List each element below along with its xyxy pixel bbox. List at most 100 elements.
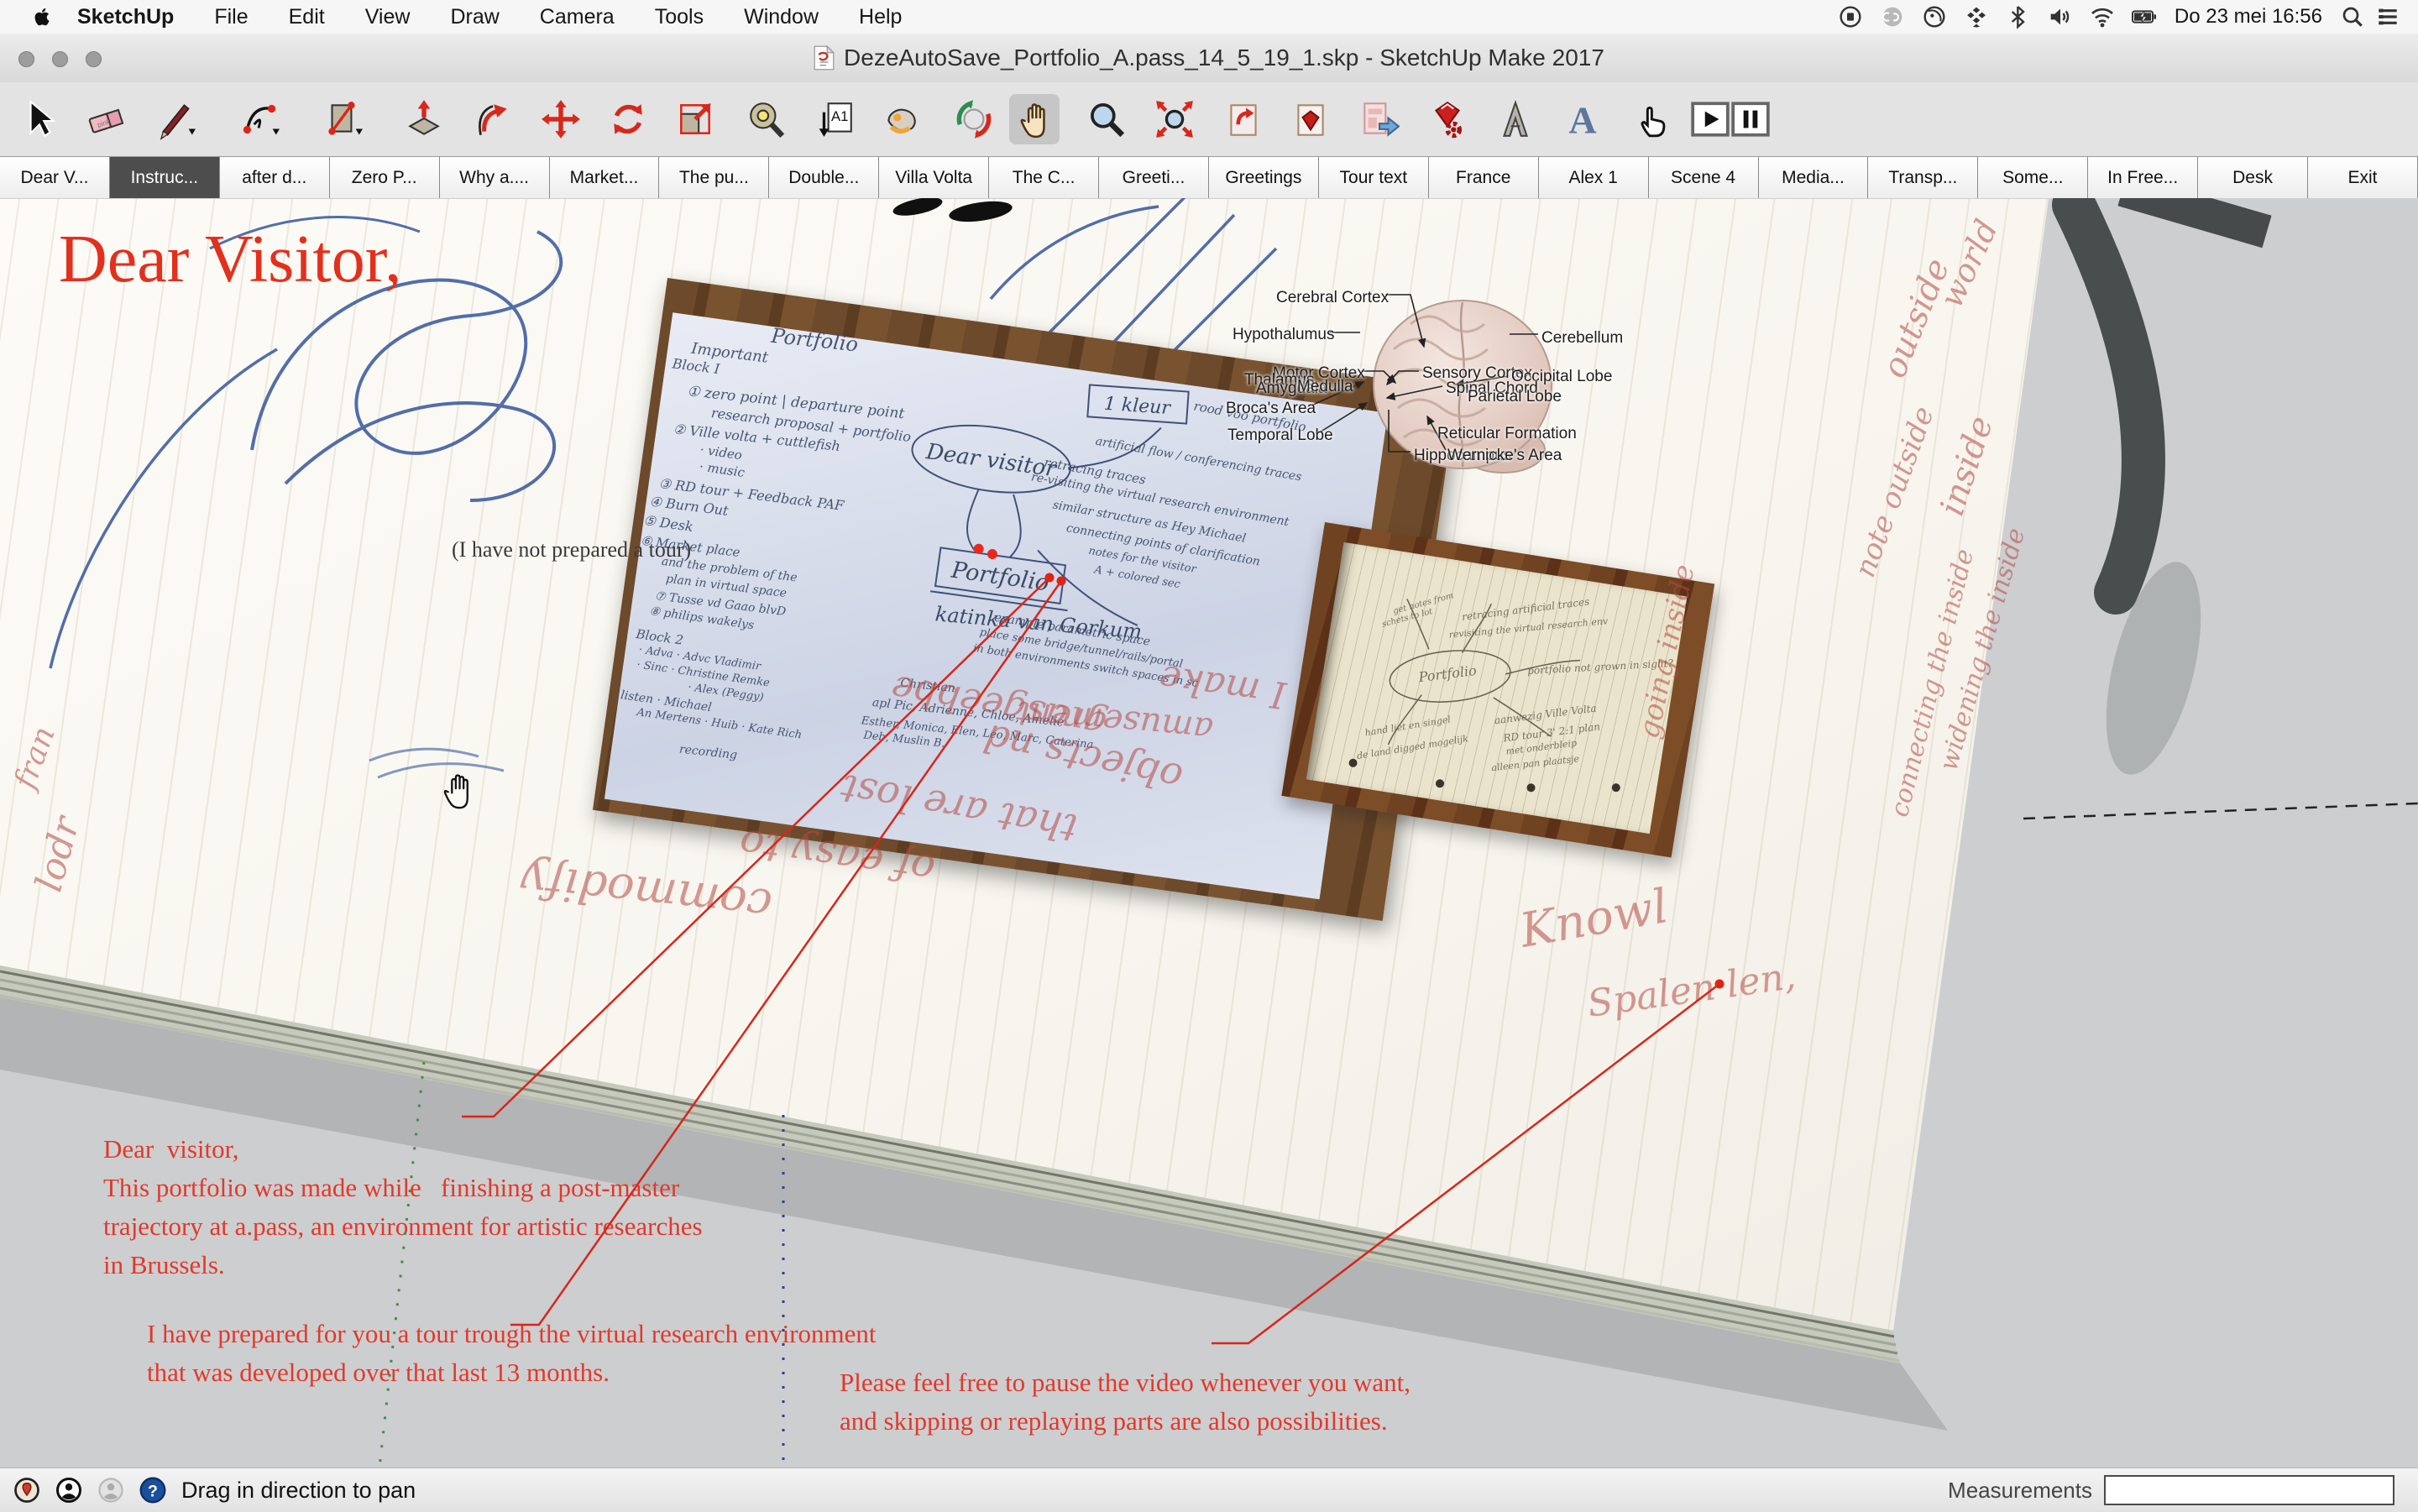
- text-tool[interactable]: A: [1557, 94, 1608, 144]
- svg-text:A: A: [1568, 99, 1596, 140]
- menu-camera[interactable]: Camera: [520, 5, 635, 29]
- menu-app[interactable]: SketchUp: [60, 5, 194, 29]
- eraser-tool[interactable]: pink: [81, 94, 132, 144]
- scene-tab[interactable]: Media...: [1758, 156, 1869, 198]
- scene-tab[interactable]: France: [1428, 156, 1539, 198]
- notification-list-icon[interactable]: [2374, 3, 2401, 30]
- dashed-axis-line: [2023, 802, 2418, 820]
- dropbox-icon[interactable]: [1963, 3, 1990, 30]
- credits-icon[interactable]: [54, 1475, 84, 1505]
- scene-tabs-bar: Dear V... Instruc... after d... Zero P... Wh…: [0, 156, 2418, 200]
- rotate-tool[interactable]: [603, 94, 653, 144]
- scene-tab[interactable]: Double...: [769, 156, 880, 198]
- menu-bar: SketchUp File Edit View Draw Camera Tool…: [0, 0, 2418, 34]
- screen-record-icon[interactable]: [1837, 3, 1864, 30]
- no-tour-note: (I have not prepared a tour): [452, 537, 692, 562]
- scene-tab[interactable]: Zero P...: [329, 156, 440, 198]
- document-icon: [814, 45, 835, 71]
- menu-view[interactable]: View: [345, 5, 431, 29]
- scene-tab[interactable]: The pu...: [659, 156, 770, 198]
- assist-icon[interactable]: [1921, 3, 1948, 30]
- status-bar: ? Drag in direction to pan Measurements: [0, 1468, 2418, 1512]
- brain-label: Parietal Lobe: [1468, 388, 1562, 405]
- red-pencil-scribble: note outside: [1848, 401, 1941, 583]
- window-title-bar[interactable]: DezeAutoSave_Portfolio_A.pass_14_5_19_1.…: [0, 34, 2418, 83]
- paint-bucket-tool[interactable]: [876, 94, 926, 144]
- scene-tab[interactable]: Villa Volta: [879, 156, 990, 198]
- follow-me-tool[interactable]: [466, 94, 516, 144]
- svg-text:?: ?: [148, 1483, 158, 1501]
- help-icon[interactable]: ?: [138, 1475, 168, 1505]
- red-pencil-scribble: Knowl: [1515, 879, 1672, 959]
- menu-window[interactable]: Window: [724, 5, 839, 29]
- battery-charging-icon[interactable]: [2131, 3, 2158, 30]
- scene-tab[interactable]: Dear V...: [0, 156, 110, 198]
- intro-text-block: Dear visitor, This portfolio was made wh…: [103, 1134, 703, 1279]
- scene-tab[interactable]: Instruc...: [109, 156, 220, 198]
- menu-tools[interactable]: Tools: [635, 5, 724, 29]
- red-pencil-scribble: fran: [8, 722, 62, 793]
- creative-cloud-icon[interactable]: [1879, 3, 1906, 30]
- svg-text:A1: A1: [831, 108, 848, 124]
- wifi-icon[interactable]: [2089, 3, 2116, 30]
- 3d-text-tool[interactable]: [1490, 94, 1541, 144]
- scene-tab[interactable]: Alex 1: [1538, 156, 1649, 198]
- model-page-tool[interactable]: [1285, 94, 1336, 144]
- shapes-tool[interactable]: [317, 94, 368, 144]
- kleur-box-label: 1 kleur: [1103, 394, 1172, 420]
- line-tool[interactable]: [150, 94, 201, 144]
- scale-tool[interactable]: [670, 94, 720, 144]
- scene-tab[interactable]: Some...: [1978, 156, 2089, 198]
- red-pencil-scribble: lodr: [27, 812, 89, 897]
- interact-tool[interactable]: [1628, 94, 1678, 144]
- scene-tab[interactable]: Exit: [2308, 156, 2418, 198]
- zoom-tool[interactable]: [1081, 94, 1132, 144]
- video-text-block: Please feel free to pause the video when…: [840, 1368, 1411, 1436]
- scene-tab[interactable]: Desk: [2198, 156, 2309, 198]
- tour-text-block: I have prepared for you a tour trough th…: [147, 1319, 877, 1387]
- scene-tab[interactable]: Market...: [549, 156, 660, 198]
- scene-tab[interactable]: Tour text: [1318, 156, 1429, 198]
- share-tool[interactable]: [1353, 94, 1404, 144]
- select-tool[interactable]: [14, 94, 65, 144]
- brain-label: Cerebellum: [1541, 329, 1624, 347]
- scene-tab[interactable]: In Free...: [2088, 156, 2199, 198]
- geolocation-icon[interactable]: [12, 1475, 42, 1505]
- brain-label: Medulla: [1297, 378, 1353, 395]
- measurements-input[interactable]: [2104, 1475, 2394, 1505]
- menu-draw[interactable]: Draw: [430, 5, 519, 29]
- search-icon[interactable]: [2339, 3, 2366, 30]
- move-tool[interactable]: [536, 94, 586, 144]
- scene-tab[interactable]: Why a....: [439, 156, 550, 198]
- pan-tool[interactable]: [1009, 94, 1060, 144]
- brain-label: Wernicke's Area: [1447, 447, 1562, 464]
- push-pull-tool[interactable]: [399, 94, 449, 144]
- model-viewport[interactable]: Dear visitor 1 kleur Portfolio katinka v…: [0, 198, 2418, 1468]
- scene-tab[interactable]: Scene 4: [1648, 156, 1759, 198]
- menu-help[interactable]: Help: [839, 5, 922, 29]
- scene-tab[interactable]: Greeti...: [1099, 156, 1209, 198]
- orbit-tool[interactable]: [949, 94, 999, 144]
- scene-tab[interactable]: Transp...: [1868, 156, 1979, 198]
- apple-icon[interactable]: [32, 6, 54, 28]
- dimension-tool[interactable]: A1: [810, 94, 861, 144]
- brain-label: Hypothalumus: [1233, 326, 1335, 343]
- menu-file[interactable]: File: [194, 5, 268, 29]
- scene-tab[interactable]: The C...: [989, 156, 1100, 198]
- tape-measure-tool[interactable]: [741, 94, 792, 144]
- pan-cursor: [443, 774, 468, 809]
- arc-tool[interactable]: [234, 94, 285, 144]
- brain-label: Reticular Formation: [1437, 425, 1577, 442]
- extension-warehouse-tool[interactable]: [1422, 94, 1473, 144]
- bluetooth-icon[interactable]: [2005, 3, 2032, 30]
- signin-icon[interactable]: [96, 1475, 126, 1505]
- window-title: DezeAutoSave_Portfolio_A.pass_14_5_19_1.…: [844, 44, 1604, 71]
- menu-clock[interactable]: Do 23 mei 16:56: [2166, 5, 2331, 29]
- pause-tool[interactable]: [1725, 94, 1776, 144]
- volume-icon[interactable]: [2047, 3, 2074, 30]
- previous-view-tool[interactable]: [1218, 94, 1269, 144]
- scene-tab[interactable]: Greetings: [1208, 156, 1319, 198]
- scene-tab[interactable]: after d...: [219, 156, 330, 198]
- zoom-extents-tool[interactable]: [1149, 94, 1200, 144]
- menu-edit[interactable]: Edit: [269, 5, 345, 29]
